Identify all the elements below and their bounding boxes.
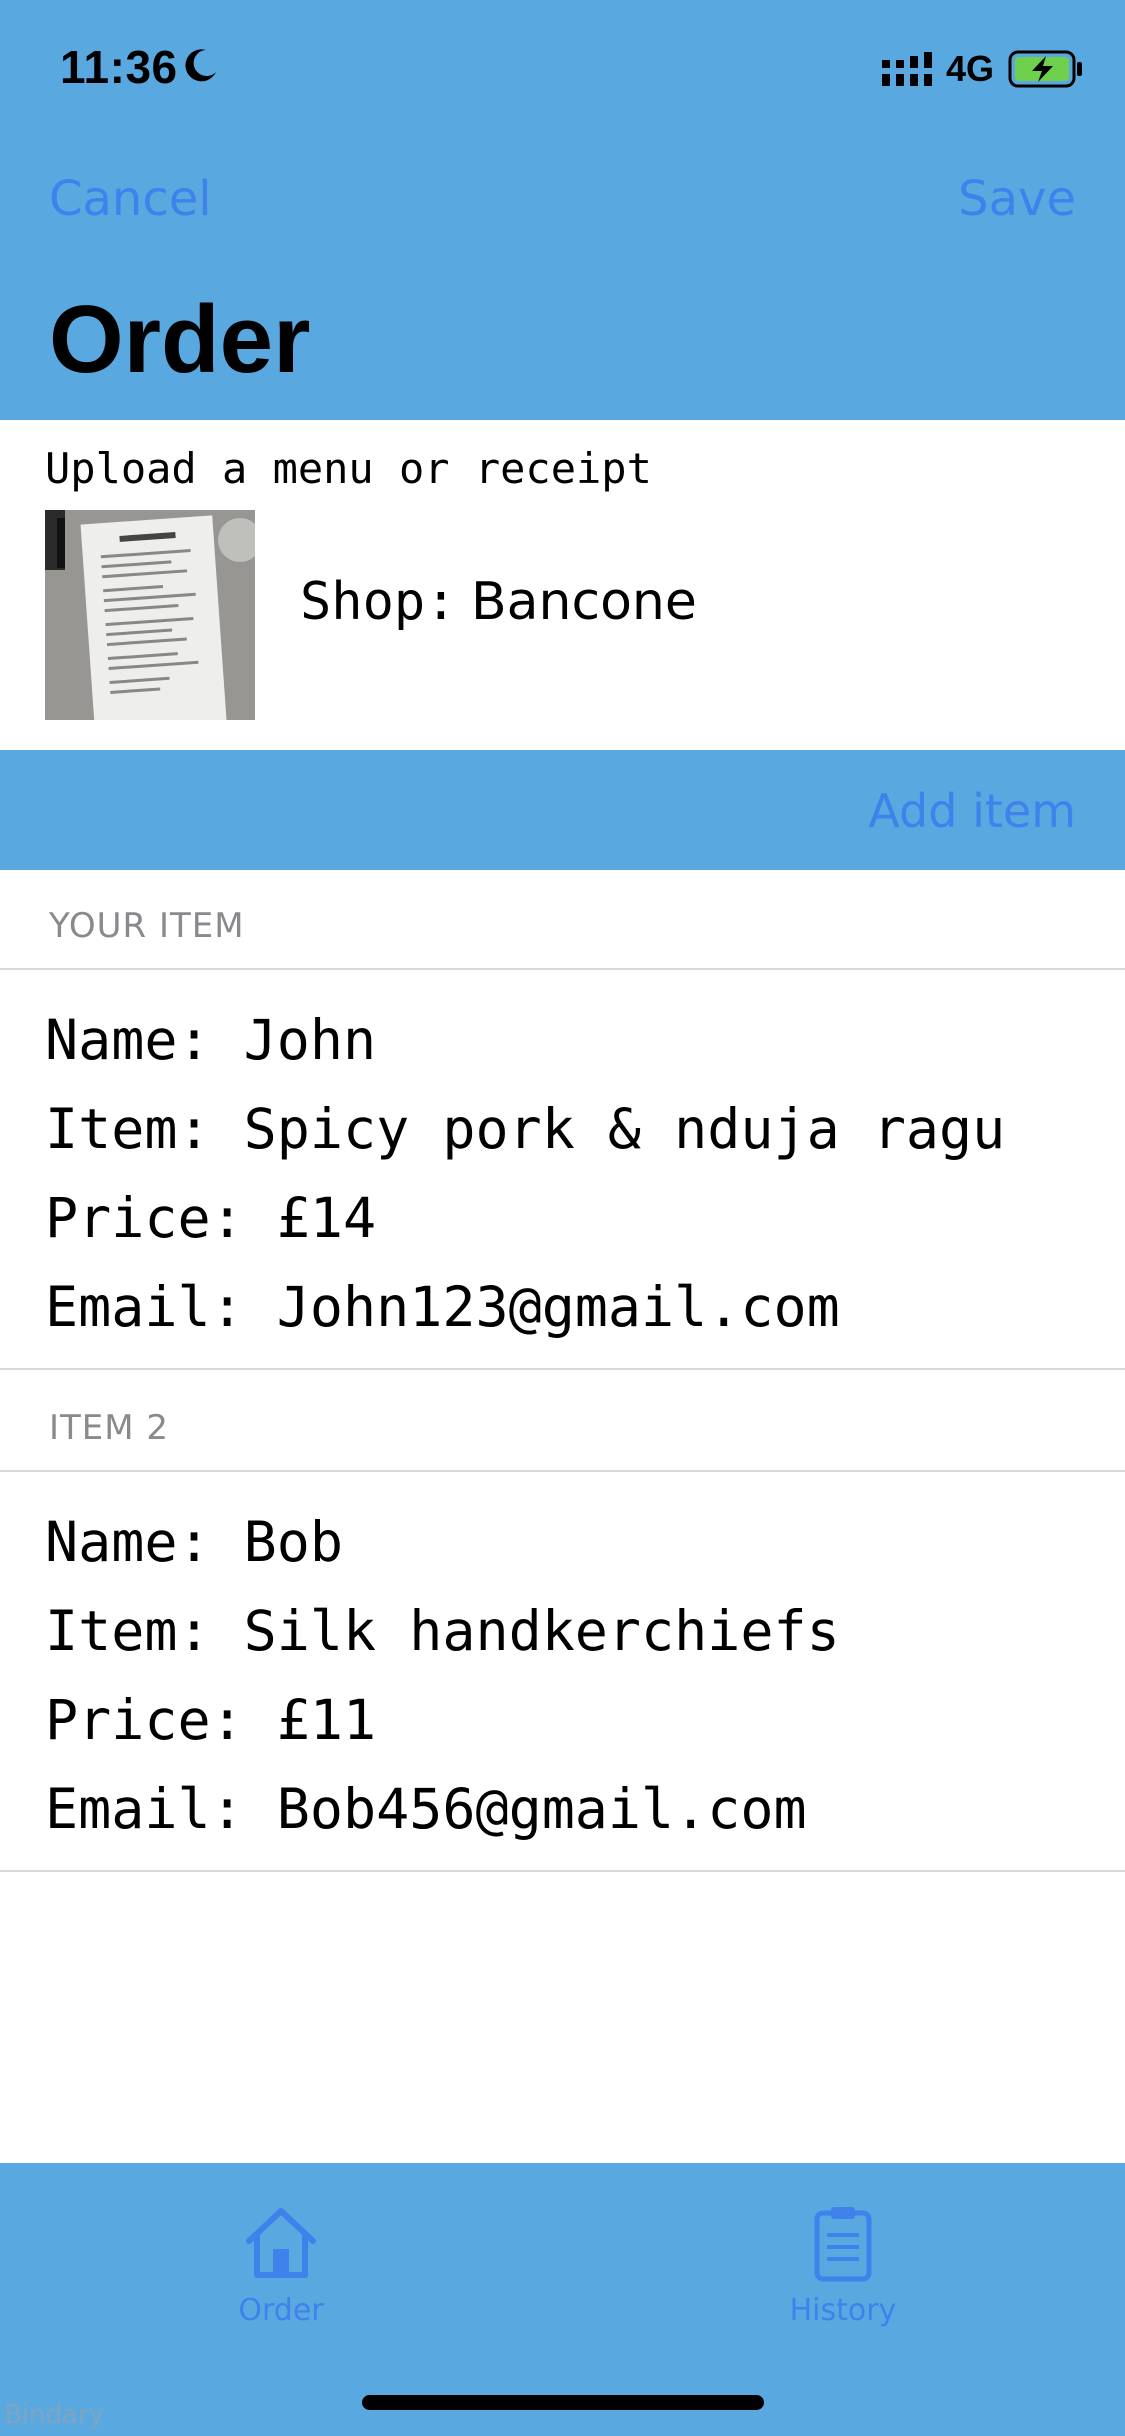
item-email: Email: Bob456@gmail.com (45, 1777, 807, 1841)
nav-bar: Cancel Save Order (0, 135, 1125, 420)
moon-icon (185, 49, 216, 82)
tab-order[interactable]: Order (151, 2203, 411, 2353)
item-description: Item: Silk handkerchiefs (45, 1599, 840, 1663)
tab-history-label: History (789, 2293, 897, 2328)
tab-order-label: Order (238, 2293, 324, 2328)
clipboard-icon (814, 2207, 872, 2282)
status-time: 11:36 (60, 41, 178, 93)
cancel-button[interactable]: Cancel (49, 171, 212, 227)
section-header-your-item: YOUR ITEM (0, 870, 1125, 970)
item-price: Price: £11 (45, 1688, 377, 1752)
page-title: Order (49, 286, 311, 393)
shop-row[interactable]: Shop: Bancone (300, 572, 697, 632)
status-bar: 11:36 4G (0, 0, 1125, 135)
item-name: Name: Bob (45, 1510, 344, 1574)
network-type: 4G (946, 48, 995, 89)
add-item-button[interactable]: Add item (868, 784, 1076, 838)
home-icon (246, 2208, 316, 2278)
add-item-bar: Add item (0, 750, 1125, 870)
item-description: Item: Spicy pork & nduja ragu (45, 1097, 1006, 1161)
watermark: Bindary (4, 2400, 105, 2430)
section-header-item-2: ITEM 2 (0, 1372, 1125, 1472)
receipt-thumbnail[interactable] (45, 510, 255, 720)
save-button[interactable]: Save (958, 171, 1076, 227)
tab-history[interactable]: History (713, 2203, 973, 2353)
list-item[interactable]: Name: Bob Item: Silk handkerchiefs Price… (0, 1472, 1125, 1872)
home-indicator[interactable] (362, 2395, 764, 2410)
section-header-label: YOUR ITEM (49, 906, 245, 946)
list-item[interactable]: Name: John Item: Spicy pork & nduja ragu… (0, 970, 1125, 1370)
battery-charging-icon (1008, 50, 1082, 88)
shop-value: Bancone (471, 572, 697, 632)
upload-section: Upload a menu or receipt Shop: Bancone (0, 420, 1125, 750)
upload-label: Upload a menu or receipt (45, 444, 652, 493)
shop-label: Shop: (300, 572, 457, 632)
item-price: Price: £14 (45, 1186, 377, 1250)
item-name: Name: John (45, 1008, 377, 1072)
signal-icon (882, 52, 932, 86)
item-email: Email: John123@gmail.com (45, 1275, 840, 1339)
section-header-label: ITEM 2 (49, 1408, 170, 1448)
